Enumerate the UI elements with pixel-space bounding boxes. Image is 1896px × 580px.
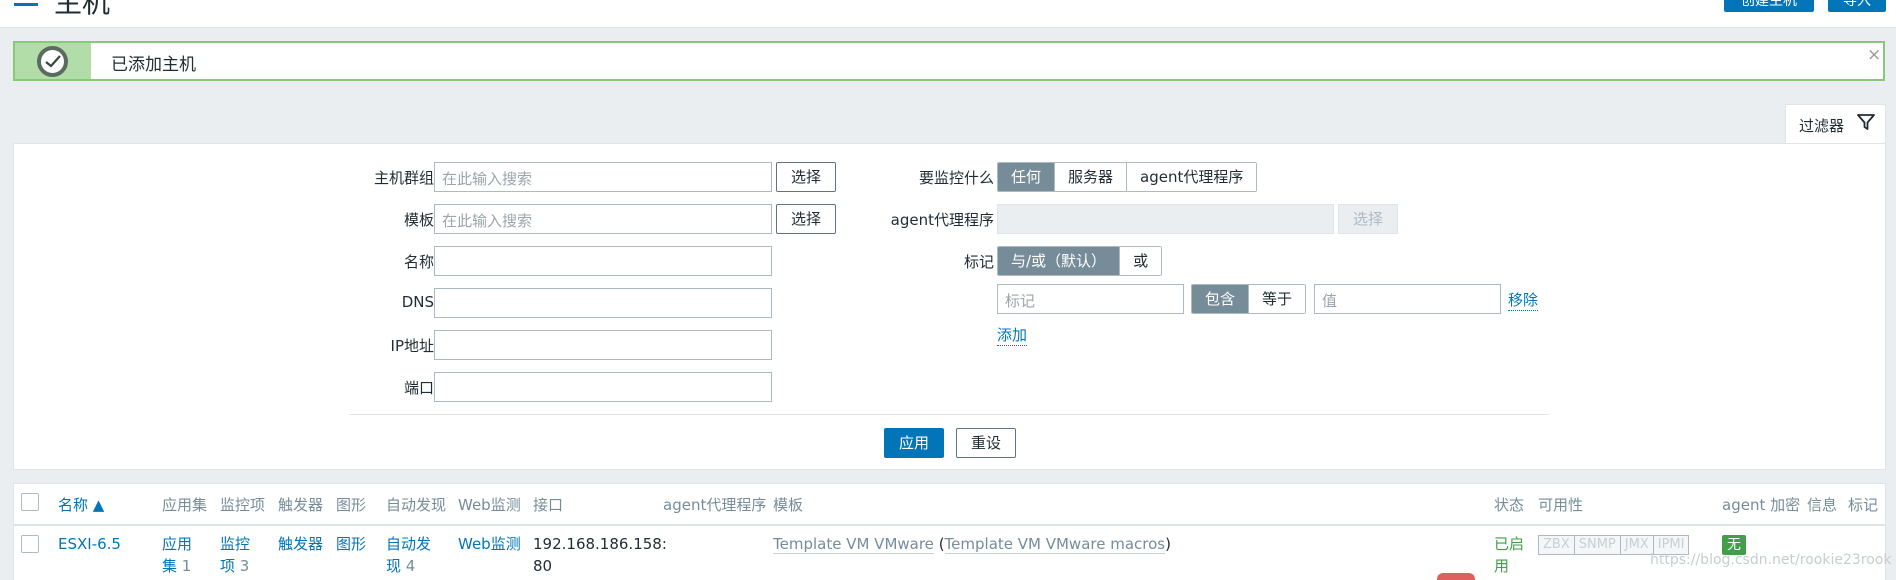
message-icon-box [15, 43, 91, 79]
tag-remove-link[interactable]: 移除 [1508, 289, 1539, 311]
reset-button[interactable]: 重设 [956, 428, 1016, 458]
monitored-by-proxy[interactable]: agent代理程序 [1127, 163, 1257, 191]
tag-operator-segment: 包含 等于 [1191, 284, 1307, 314]
interface-value: 192.168.186.158: 80 [533, 533, 667, 577]
menu-icon[interactable] [14, 0, 38, 6]
filter-tab[interactable]: 过滤器 [1785, 104, 1886, 144]
close-icon[interactable]: × [1867, 45, 1881, 65]
template-close-paren: ) [1165, 535, 1171, 553]
templates-label: 模板 [403, 211, 434, 229]
col-interface-header: 接口 [533, 496, 564, 514]
tags-eval-segment: 与/或（默认） 或 [997, 246, 1163, 276]
name-label: 名称 [403, 253, 434, 271]
filter-divider [349, 414, 1549, 415]
ip-input[interactable] [434, 330, 772, 360]
items-count: 3 [239, 557, 250, 575]
status-line1: 已启 [1494, 535, 1525, 553]
tags-label: 标记 [963, 253, 994, 271]
proxy-input [997, 204, 1334, 234]
tag-operator-contains[interactable]: 包含 [1192, 285, 1250, 313]
applications-count: 1 [181, 557, 192, 575]
row-checkbox[interactable] [21, 535, 39, 553]
col-discovery-header: 自动发现 [386, 496, 447, 514]
page-title: 主机 [54, 0, 111, 19]
dns-input[interactable] [434, 288, 772, 318]
tag-add-link[interactable]: 添加 [997, 324, 1028, 346]
status-line2: 用 [1494, 557, 1510, 575]
dns-label: DNS [401, 293, 434, 311]
host-groups-label: 主机群组 [373, 169, 434, 187]
discovery-label-line1: 自动发 [386, 535, 432, 553]
col-status-header: 状态 [1494, 496, 1525, 514]
port-label: 端口 [403, 379, 434, 397]
apply-button[interactable]: 应用 [884, 428, 944, 458]
hosts-table: 名称 ▲ 应用集 监控项 触发器 图形 自动发现 Web监测 接口 agent代… [13, 483, 1886, 580]
monitored-by-server[interactable]: 服务器 [1055, 163, 1128, 191]
discovery-link[interactable]: 自动发 现 4 [386, 533, 446, 577]
applications-link[interactable]: 应用 集 1 [162, 533, 202, 577]
col-graphs-header: 图形 [336, 496, 367, 514]
template-link[interactable]: Template VM VMware [773, 535, 934, 554]
items-link[interactable]: 监控 项 3 [220, 533, 260, 577]
tag-name-input[interactable]: 标记 [997, 284, 1184, 314]
col-availability-header: 可用性 [1538, 496, 1584, 514]
applications-label-line2: 集 [162, 557, 178, 575]
host-groups-input[interactable]: 在此输入搜索 [434, 162, 772, 192]
template-parent-link[interactable]: Template VM VMware macros [944, 535, 1166, 554]
monitored-by-any[interactable]: 任何 [998, 163, 1056, 191]
discovery-count: 4 [405, 557, 416, 575]
graphs-link[interactable]: 图形 [336, 533, 366, 555]
col-tags-header: 标记 [1848, 496, 1879, 514]
select-all-checkbox[interactable] [21, 493, 39, 511]
tags-eval-or[interactable]: 或 [1120, 247, 1162, 275]
items-label-line1: 监控 [220, 535, 251, 553]
monitored-by-segment: 任何 服务器 agent代理程序 [997, 162, 1258, 192]
col-proxy-header: agent代理程序 [663, 496, 767, 514]
col-name-header[interactable]: 名称 ▲ [58, 494, 104, 515]
status-link[interactable]: 已启 用 [1494, 533, 1524, 577]
filter-panel: 主机群组 在此输入搜索 选择 模板 在此输入搜索 选择 名称 DNS IP地址 … [13, 143, 1886, 470]
zbx-badge: ZBX [1539, 536, 1575, 554]
template-open-paren: ( [933, 535, 945, 553]
filter-tab-label: 过滤器 [1799, 117, 1845, 135]
create-host-button[interactable]: 创建主机 [1724, 0, 1814, 12]
success-message: 已添加主机 × [13, 41, 1885, 81]
watermark: https://blog.csdn.net/rookie23rook [1650, 552, 1892, 568]
col-items-header: 监控项 [220, 496, 266, 514]
host-name-link[interactable]: ESXI-6.5 [58, 533, 121, 555]
name-input[interactable] [434, 246, 772, 276]
page-header: 主机 创建主机 导入 [0, 0, 1896, 28]
col-triggers-header: 触发器 [278, 496, 324, 514]
filter-icon [1857, 114, 1875, 130]
port-input[interactable] [434, 372, 772, 402]
jmx-badge: JMX [1620, 536, 1654, 554]
col-applications-header: 应用集 [162, 496, 208, 514]
import-button[interactable]: 导入 [1828, 0, 1886, 12]
ip-label: IP地址 [390, 337, 434, 355]
tag-operator-equals[interactable]: 等于 [1249, 285, 1306, 313]
message-text: 已添加主机 [111, 55, 196, 75]
interface-ip: 192.168.186.158: [533, 535, 667, 553]
web-link[interactable]: Web监测 [458, 533, 521, 555]
triggers-link[interactable]: 触发器 [278, 533, 323, 555]
proxy-label: agent代理程序 [890, 211, 994, 229]
red-button-edge[interactable] [1437, 573, 1475, 580]
col-web-header: Web监测 [458, 496, 521, 514]
templates-input[interactable]: 在此输入搜索 [434, 204, 772, 234]
snmp-badge: SNMP [1574, 536, 1621, 554]
tags-eval-and-or[interactable]: 与/或（默认） [998, 247, 1121, 275]
discovery-label-line2: 现 [386, 557, 402, 575]
col-info-header: 信息 [1807, 496, 1838, 514]
monitored-by-label: 要监控什么 [918, 169, 994, 187]
check-circle-icon [37, 46, 68, 77]
table-row: ESXI-6.5 应用 集 1 监控 项 3 触发器 图形 自动发 现 4 We… [14, 526, 1885, 580]
templates-cell: Template VM VMware (Template VM VMware m… [773, 533, 1171, 555]
tag-value-input[interactable]: 值 [1314, 284, 1501, 314]
items-label-line2: 项 [220, 557, 236, 575]
applications-label-line1: 应用 [162, 535, 193, 553]
proxy-select-button: 选择 [1338, 204, 1398, 234]
interface-port: 80 [533, 557, 553, 575]
col-encryption-header: agent 加密 [1722, 496, 1801, 514]
col-templates-header: 模板 [773, 496, 804, 514]
